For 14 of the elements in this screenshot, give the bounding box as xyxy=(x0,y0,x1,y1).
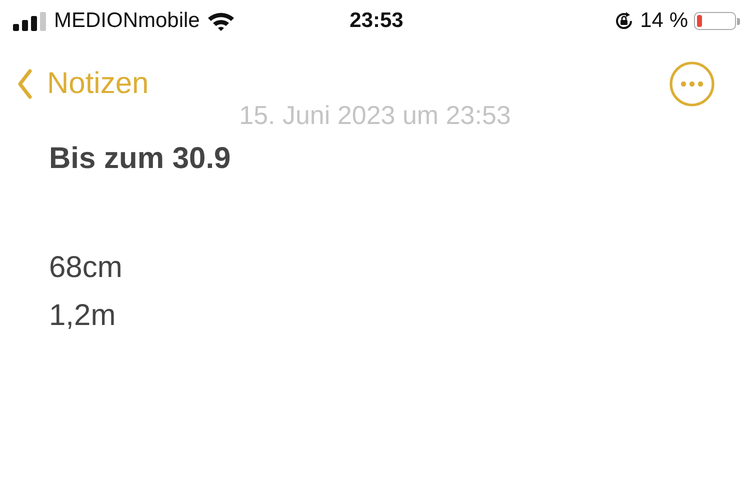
note-line: 1,2m xyxy=(49,298,117,334)
clock: 23:53 xyxy=(350,9,404,33)
carrier-name: MEDIONmobile xyxy=(54,9,200,33)
wifi-icon xyxy=(206,11,235,31)
chevron-icon xyxy=(17,69,33,99)
more-icon[interactable] xyxy=(669,61,715,107)
battery-percent: 14 % xyxy=(640,9,688,33)
back-button[interactable]: Notizen xyxy=(17,67,149,101)
rotation-lock-icon xyxy=(614,11,634,31)
battery-icon xyxy=(694,12,740,30)
note-line: 68cm xyxy=(49,250,124,286)
signal-icon xyxy=(13,11,47,31)
note-title: Bis zum 30.9 xyxy=(49,142,232,176)
note-date: 15. Juni 2023 um 23:53 xyxy=(238,100,512,130)
